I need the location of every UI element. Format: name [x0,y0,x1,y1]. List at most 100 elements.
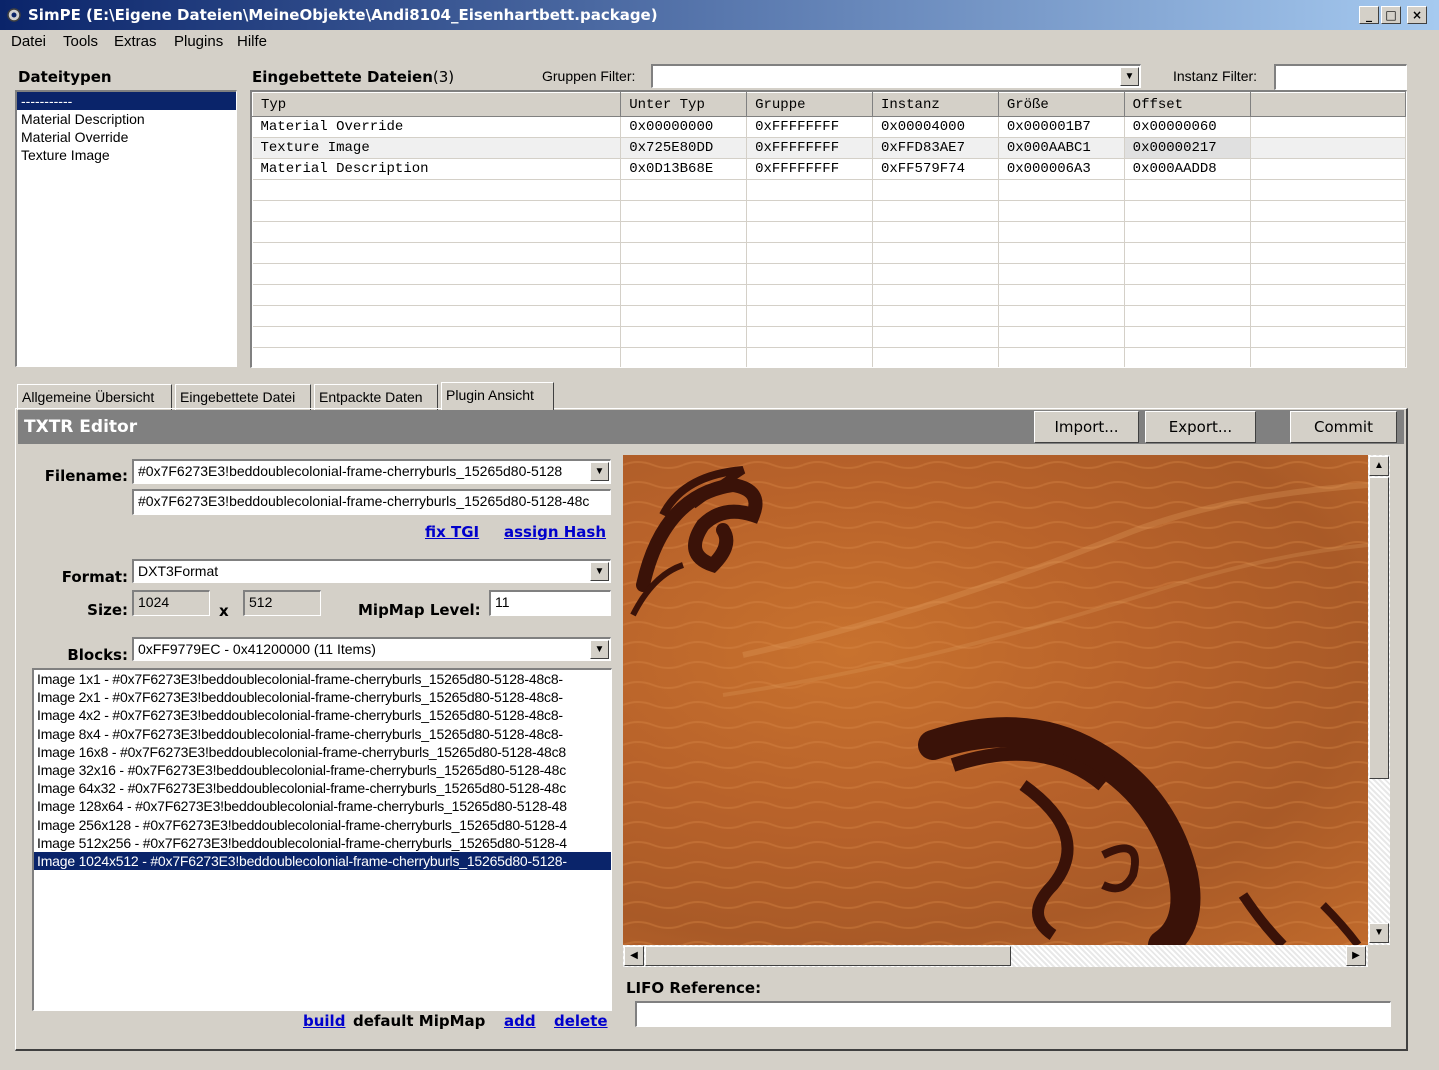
scroll-left-icon[interactable]: ◀ [624,946,644,966]
format-label: Format: [61,568,128,586]
cell-groesse: 0x000AABC1 [998,137,1125,159]
cell-typ: Material Override [252,116,622,138]
size-label: Size: [87,601,128,619]
delete-link[interactable]: delete [554,1012,608,1030]
preview-vertical-scrollbar[interactable]: ▲ ▼ [1368,455,1390,945]
texture-preview[interactable] [623,455,1368,945]
chevron-down-icon[interactable]: ▼ [590,562,609,581]
blocks-value: 0xFF9779EC - 0x41200000 (11 Items) [138,641,376,657]
table-row[interactable]: Material Override 0x00000000 0xFFFFFFFF … [252,116,1406,138]
column-header-typ[interactable]: Typ [252,92,622,117]
empty-row [252,347,1406,367]
scroll-right-icon[interactable]: ▶ [1346,946,1366,966]
default-mipmap-text: default MipMap [353,1012,486,1030]
menu-plugins[interactable]: Plugins [174,33,223,50]
list-item[interactable]: Image 32x16 - #0x7F6273E3!beddoublecolon… [34,761,611,779]
empty-row [252,179,1406,201]
list-item[interactable]: Image 256x128 - #0x7F6273E3!beddoublecol… [34,816,611,834]
cell-groesse: 0x000001B7 [998,116,1125,138]
column-header-unter-typ[interactable]: Unter Typ [620,92,748,117]
cell-filler [1250,116,1406,138]
chevron-down-icon[interactable]: ▼ [1120,67,1139,86]
table-row[interactable]: Texture Image 0x725E80DD 0xFFFFFFFF 0xFF… [252,137,1406,159]
list-item[interactable]: Image 8x4 - #0x7F6273E3!beddoublecolonia… [34,725,611,743]
assign-hash-link[interactable]: assign Hash [504,523,606,541]
tab-entpackte-daten[interactable]: Entpackte Daten [314,384,438,410]
scroll-up-icon[interactable]: ▲ [1369,456,1389,476]
mipmap-level-input[interactable]: 11 [489,590,611,616]
column-header-groesse[interactable]: Größe [997,92,1125,117]
filename-combo[interactable]: #0x7F6273E3!beddoublecolonial-frame-cher… [132,459,611,484]
menu-datei[interactable]: Datei [11,33,46,50]
menu-tools[interactable]: Tools [63,33,98,50]
group-filter-label: Gruppen Filter: [542,68,636,84]
minimize-button[interactable]: _ [1359,6,1379,24]
scroll-down-icon[interactable]: ▼ [1369,923,1389,943]
list-item[interactable]: Image 128x64 - #0x7F6273E3!beddoublecolo… [34,797,611,815]
list-item[interactable]: Image 1x1 - #0x7F6273E3!beddoublecolonia… [34,670,611,688]
column-header-offset[interactable]: Offset [1123,92,1251,117]
cell-gruppe: 0xFFFFFFFF [746,137,873,159]
cell-gruppe: 0xFFFFFFFF [746,116,873,138]
cell-typ: Material Description [252,158,622,180]
tab-eingebettete-datei[interactable]: Eingebettete Datei [175,384,311,410]
menu-hilfe[interactable]: Hilfe [237,33,267,50]
column-header-gruppe[interactable]: Gruppe [746,92,873,117]
horizontal-scroll-thumb[interactable] [645,946,1011,966]
cell-offset: 0x000AADD8 [1124,158,1251,180]
vertical-scroll-thumb[interactable] [1369,477,1389,779]
filename-combo-value: #0x7F6273E3!beddoublecolonial-frame-cher… [138,463,563,479]
list-item[interactable]: Image 64x32 - #0x7F6273E3!beddoublecolon… [34,779,611,797]
build-link[interactable]: build [303,1012,345,1030]
list-item[interactable]: Image 512x256 - #0x7F6273E3!beddoublecol… [34,834,611,852]
column-header-filler [1249,92,1406,117]
lifo-reference-input[interactable] [635,1001,1391,1027]
tab-plugin-ansicht[interactable]: Plugin Ansicht [441,382,554,410]
menu-extras[interactable]: Extras [114,33,157,50]
add-link[interactable]: add [504,1012,536,1030]
cell-unter-typ: 0x725E80DD [620,137,748,159]
export-button[interactable]: Export... [1145,411,1256,443]
embedded-count: (3) [432,68,455,86]
list-item[interactable]: Image 16x8 - #0x7F6273E3!beddoublecoloni… [34,743,611,761]
maximize-button[interactable]: □ [1381,6,1401,24]
list-item[interactable]: Image 1024x512 - #0x7F6273E3!beddoubleco… [34,851,611,871]
chevron-down-icon[interactable]: ▼ [590,640,609,659]
group-filter-combo[interactable]: ▼ [651,64,1141,88]
blocks-label: Blocks: [67,646,128,664]
cell-instanz: 0x00004000 [872,116,999,138]
list-item[interactable]: Image 2x1 - #0x7F6273E3!beddoublecolonia… [34,688,611,706]
empty-row [252,326,1406,348]
editor-title: TXTR Editor [24,417,138,437]
import-button[interactable]: Import... [1034,411,1139,443]
filetypes-list[interactable]: ----------- Material Description Materia… [15,90,237,367]
filename-input[interactable]: #0x7F6273E3!beddoublecolonial-frame-cher… [132,489,611,515]
blocks-select[interactable]: 0xFF9779EC - 0x41200000 (11 Items) ▼ [132,637,611,661]
filetypes-heading: Dateitypen [18,68,112,86]
cell-gruppe: 0xFFFFFFFF [746,158,873,180]
tab-allgemeine-uebersicht[interactable]: Allgemeine Übersicht [17,384,172,410]
embedded-files-table: Typ Unter Typ Gruppe Instanz Größe Offse… [250,90,1407,368]
width-field: 1024 [132,590,210,616]
chevron-down-icon[interactable]: ▼ [590,462,609,481]
empty-row [252,242,1406,264]
list-item[interactable]: ----------- [17,92,236,110]
list-item[interactable]: Image 4x2 - #0x7F6273E3!beddoublecolonia… [34,706,611,724]
mipmap-block-list[interactable]: Image 1x1 - #0x7F6273E3!beddoublecolonia… [32,668,612,1011]
app-gear-icon [7,8,21,22]
embedded-heading: Eingebettete Dateien(3) [252,68,454,86]
instance-filter-input[interactable] [1274,64,1407,90]
empty-row [252,305,1406,327]
cell-unter-typ: 0x0D13B68E [620,158,748,180]
close-button[interactable]: × [1407,6,1427,24]
format-select[interactable]: DXT3Format ▼ [132,559,611,583]
cell-offset: 0x00000217 [1124,137,1251,159]
list-item[interactable]: Material Override [17,128,236,146]
list-item[interactable]: Texture Image [17,146,236,164]
list-item[interactable]: Material Description [17,110,236,128]
fix-tgi-link[interactable]: fix TGI [425,523,479,541]
table-row[interactable]: Material Description 0x0D13B68E 0xFFFFFF… [252,158,1406,180]
column-header-instanz[interactable]: Instanz [871,92,999,117]
preview-horizontal-scrollbar[interactable]: ◀ ▶ [623,945,1368,967]
commit-button[interactable]: Commit [1290,411,1397,443]
